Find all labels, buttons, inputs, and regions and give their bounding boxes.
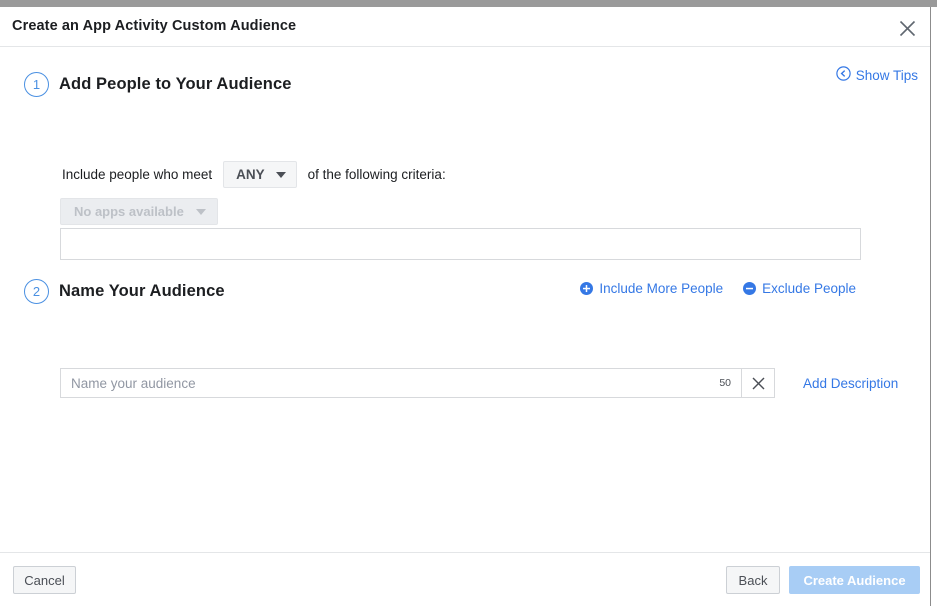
create-audience-dialog: Create an App Activity Custom Audience S… — [0, 7, 931, 606]
step-1-number: 1 — [24, 72, 49, 97]
show-tips-label: Show Tips — [855, 67, 918, 83]
window-chrome-bar — [0, 0, 937, 7]
apps-select-value: No apps available — [74, 204, 184, 219]
include-more-people-link[interactable]: Include More People — [580, 281, 723, 296]
step-2-header: 2 Name Your Audience — [24, 279, 225, 304]
criteria-drop-area[interactable] — [60, 228, 861, 260]
dialog-body: Show Tips 1 Add People to Your Audience … — [0, 47, 930, 551]
exclude-people-link[interactable]: Exclude People — [743, 281, 856, 296]
step-2-name-audience: 2 Name Your Audience — [24, 279, 225, 304]
step-1-header: 1 Add People to Your Audience — [24, 72, 292, 97]
plus-circle-icon — [580, 282, 594, 295]
audience-name-row: 50 Add Description — [60, 368, 898, 398]
include-more-people-label: Include More People — [599, 281, 724, 296]
criteria-match-row: Include people who meet ANY of the follo… — [62, 161, 446, 188]
criteria-prefix-text: Include people who meet — [62, 167, 213, 182]
apps-select[interactable]: No apps available — [60, 198, 218, 225]
minus-circle-icon — [743, 282, 757, 295]
audience-name-field: 50 — [60, 368, 741, 398]
step-2-title: Name Your Audience — [59, 282, 225, 300]
dialog-footer: Cancel Back Create Audience — [0, 552, 930, 606]
character-counter: 50 — [719, 377, 731, 389]
dialog-header: Create an App Activity Custom Audience — [0, 7, 930, 47]
chevron-down-icon — [195, 208, 206, 215]
cancel-button[interactable]: Cancel — [13, 566, 76, 594]
step-1-title: Add People to Your Audience — [59, 75, 292, 93]
chevron-down-icon — [275, 171, 286, 178]
close-icon[interactable] — [894, 15, 920, 41]
show-tips-link[interactable]: Show Tips — [836, 66, 918, 84]
add-description-link[interactable]: Add Description — [803, 376, 898, 391]
step-2-number: 2 — [24, 279, 49, 304]
people-actions: Include More People Exclude People — [580, 281, 856, 296]
audience-name-input[interactable] — [61, 375, 720, 391]
page-title: Create an App Activity Custom Audience — [12, 18, 297, 34]
create-audience-button[interactable]: Create Audience — [789, 566, 920, 594]
clear-name-button[interactable] — [741, 368, 775, 398]
step-1-add-people: 1 Add People to Your Audience — [24, 72, 292, 97]
criteria-suffix-text: of the following criteria: — [307, 167, 446, 182]
match-type-select[interactable]: ANY — [223, 161, 297, 188]
back-button[interactable]: Back — [726, 566, 780, 594]
match-type-value: ANY — [236, 167, 265, 182]
exclude-people-label: Exclude People — [762, 281, 856, 296]
circled-chevron-left-icon — [836, 66, 851, 84]
